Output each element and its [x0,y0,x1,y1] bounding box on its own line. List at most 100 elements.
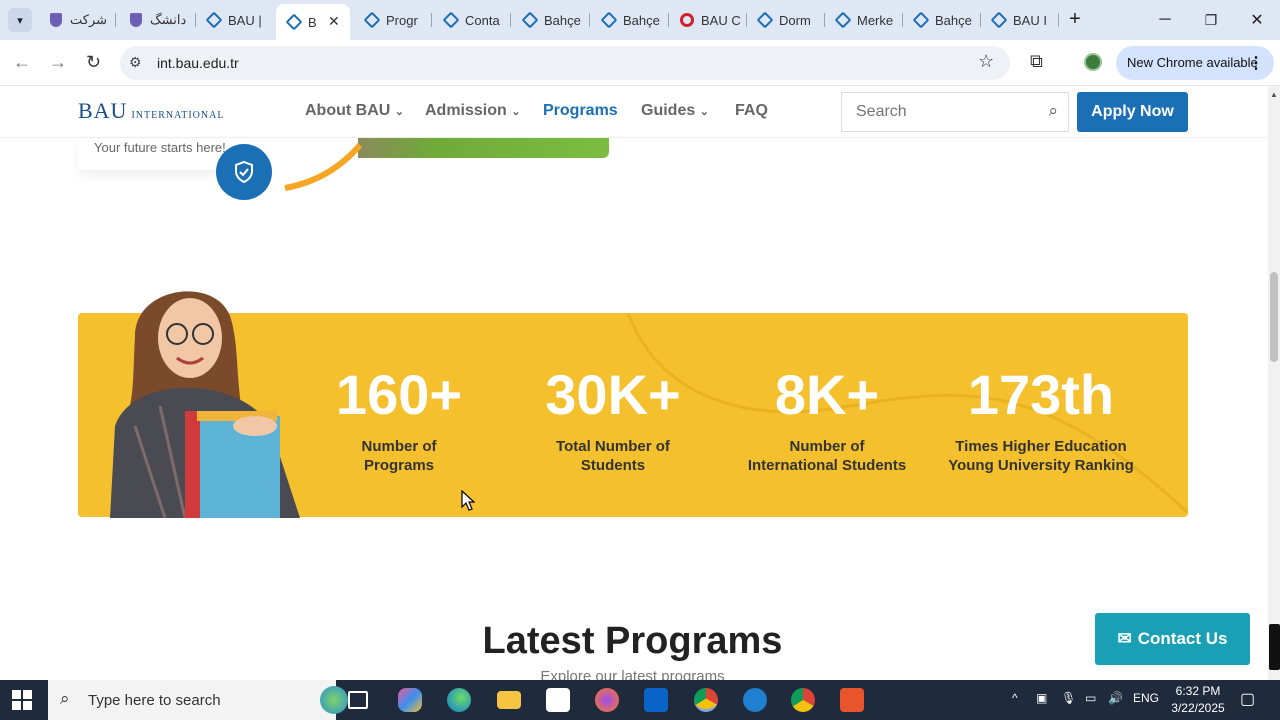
bau-favicon-icon [206,11,223,29]
browser-tab[interactable]: Conta [443,6,511,34]
stat-programs: 160+ Number of Programs [299,365,499,475]
search-highlight-icon [320,686,348,714]
arrow-left-icon: ← [13,52,31,72]
show-hidden-icons-icon[interactable]: ^ [1012,691,1018,705]
profile-avatar[interactable] [1084,53,1102,71]
stat-value: 30K+ [545,363,681,426]
windows-logo-icon [12,690,32,710]
scroll-up-arrow[interactable]: ▲ [1270,90,1278,99]
back-button[interactable]: ← [13,52,31,73]
shield-check-icon [235,160,253,184]
scroll-down-marker [1269,624,1280,670]
bau-international-logo[interactable]: BAU INTERNATIONAL [78,98,224,124]
bau-favicon-icon [364,11,381,29]
nav-programs[interactable]: Programs [543,102,618,120]
browser-toolbar: ← → ↻ ⚙ int.bau.edu.tr ☆ ⧉ New Chrome av… [0,40,1280,86]
chevron-down-icon: ▾ [17,14,23,27]
new-tab-button[interactable]: + [1064,8,1086,30]
site-search-input[interactable] [856,103,1036,121]
chrome-profile-icon[interactable] [791,688,815,712]
search-icon[interactable]: ⌕ [1048,101,1058,121]
browser-tab[interactable]: شركت [48,6,116,34]
nav-faq[interactable]: FAQ [735,102,768,120]
browser-tab[interactable]: Bahçe [913,6,981,34]
reload-icon: ↻ [86,52,102,72]
bau-favicon-icon [835,11,852,29]
clock[interactable]: 6:32 PM 3/22/2025 [1168,683,1228,717]
task-view-icon[interactable] [348,691,368,709]
site-info-icon[interactable]: ⚙ [129,54,142,71]
reload-button[interactable]: ↻ [86,52,101,73]
browser-tab[interactable]: BAU I [991,6,1059,34]
browser-tab[interactable]: BAU | [206,6,274,34]
nav-admission[interactable]: Admission ⌄ [425,102,520,120]
close-window-button[interactable]: ✕ [1234,0,1280,40]
app-v-icon[interactable] [743,688,767,712]
apply-now-button[interactable]: Apply Now [1077,92,1188,132]
network-icon[interactable]: ▭ [1085,691,1096,705]
taskbar-search-box[interactable]: ⌕ Type here to search [48,680,348,720]
extensions-icon[interactable]: ⧉ [1030,51,1043,72]
student-photo [110,291,300,518]
browser-tab[interactable]: BAU C [679,6,747,34]
browser-tab[interactable]: Merke [835,6,903,34]
stat-label: Number of International Students [747,438,907,474]
browser-tab-active[interactable]: B ✕ [276,4,350,40]
forward-button[interactable]: → [49,52,67,73]
close-icon: ✕ [1250,12,1264,29]
bau-favicon-icon [601,11,618,29]
microsoft-store-icon[interactable] [546,688,570,712]
new-chrome-available-button[interactable]: New Chrome available ⋮ [1116,46,1274,80]
windows-taskbar: ⌕ Type here to search ^ ▣ 🎙 ▭ 🔊 ENG 6:32… [0,680,1280,720]
nav-about-bau[interactable]: About BAU ⌄ [305,102,404,120]
language-indicator[interactable]: ENG [1133,691,1159,705]
site-search-box: ⌕ [841,92,1069,132]
microphone-icon[interactable]: 🎙 [1061,691,1076,705]
chevron-down-icon: ⌄ [511,106,521,118]
bau-favicon-icon [757,11,774,29]
restore-icon: ❐ [1204,11,1218,28]
more-vert-icon: ⋮ [1248,55,1264,72]
site-header: BAU INTERNATIONAL About BAU ⌄ Admission … [0,86,1268,138]
stat-label: Number of Programs [361,438,437,474]
tab-search-button[interactable]: ▾ [8,8,32,32]
browser-tab[interactable]: Progr [364,6,432,34]
volume-icon[interactable]: 🔊 [1108,691,1123,705]
stat-value: 8K+ [774,363,880,426]
stat-value: 173th [967,363,1115,426]
nav-guides[interactable]: Guides ⌄ [641,102,709,120]
browser-tab-strip: ▾ شركت دانشگ BAU | B ✕ Progr Conta Bahçe … [0,0,1280,40]
shield-check-badge [216,144,272,200]
chrome-icon[interactable] [694,688,718,712]
minimize-button[interactable]: ─ [1142,0,1188,40]
firefox-icon[interactable] [595,688,619,712]
minimize-icon: ─ [1159,11,1171,28]
bau-favicon-icon [285,13,303,31]
scrollbar-thumb[interactable] [1270,272,1278,362]
edge-icon[interactable] [447,688,471,712]
bau-favicon-icon [991,11,1008,29]
shield-favicon-icon [128,12,144,28]
browser-tab[interactable]: دانشگ [128,6,196,34]
outlook-icon[interactable] [644,688,668,712]
copilot-icon[interactable] [398,688,422,712]
notifications-icon[interactable]: ▢ [1240,689,1255,709]
url-text[interactable]: int.bau.edu.tr [157,55,239,71]
browser-tab[interactable]: Dorm [757,6,825,34]
browser-tab[interactable]: Bahçe [601,6,669,34]
chevron-down-icon: ⌄ [699,106,709,118]
contact-us-button[interactable]: ✉ Contact Us [1095,613,1250,665]
bau-favicon-icon [913,11,930,29]
restore-button[interactable]: ❐ [1188,0,1234,40]
tab-close-icon[interactable]: ✕ [328,13,340,30]
browser-tab[interactable]: Bahçe [522,6,590,34]
address-bar[interactable]: ⚙ int.bau.edu.tr ☆ [120,46,1010,80]
start-button[interactable] [12,690,34,710]
bookmark-star-icon[interactable]: ☆ [978,51,994,72]
bau-favicon-icon [443,11,460,29]
stat-value: 160+ [335,363,463,426]
page-scrollbar[interactable]: ▲ [1268,86,1280,680]
meet-now-icon[interactable]: ▣ [1036,691,1047,705]
file-explorer-icon[interactable] [497,691,521,709]
video-app-icon[interactable] [840,688,864,712]
